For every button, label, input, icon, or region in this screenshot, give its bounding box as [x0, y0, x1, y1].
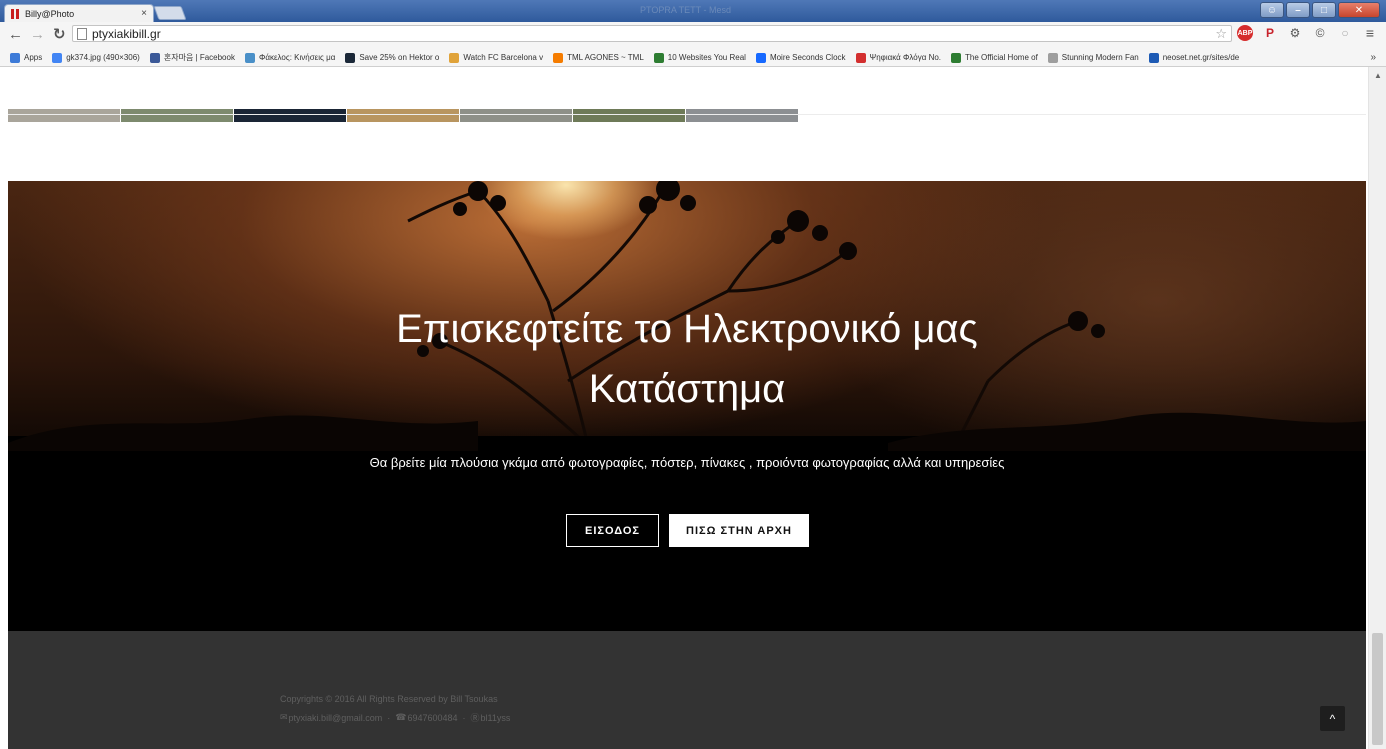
hero-subtitle: Θα βρείτε μία πλούσια γκάμα από φωτογραφ…	[369, 455, 1005, 470]
bookmark-favicon-icon	[149, 52, 160, 63]
bookmarks-bar: Apps gk374.jpg (490×306) 혼자마음 | Facebook Φά…	[0, 49, 1386, 67]
bookmark-label: 10 Websites You Real	[667, 53, 746, 62]
bookmark-item[interactable]: Moire Seconds Clock	[755, 52, 846, 63]
bookmark-favicon-icon	[553, 52, 564, 63]
tab-title: Billy@Photo	[25, 8, 75, 19]
contact-phone[interactable]: 6947600484	[407, 713, 457, 723]
bookmark-favicon-icon	[1047, 52, 1058, 63]
window-title: PTOPRA TETT - Mesd	[640, 5, 732, 15]
bookmark-favicon-icon	[755, 52, 766, 63]
bookmark-label: TML AGONES ~ TML	[567, 53, 644, 62]
menu-icon[interactable]: ≡	[1362, 25, 1378, 41]
bookmark-favicon-icon	[855, 52, 866, 63]
bookmark-item[interactable]: gk374.jpg (490×306)	[52, 52, 140, 63]
bookmark-favicon-icon	[1148, 52, 1159, 63]
separator: ·	[387, 712, 391, 723]
bookmark-favicon-icon	[345, 52, 356, 63]
site-footer: Copyrights © 2016 All Rights Reserved by…	[8, 631, 1366, 749]
bookmark-label: Watch FC Barcelona v	[463, 53, 544, 62]
address-bar[interactable]: ptyxiakibill.gr ☆	[72, 25, 1232, 42]
section-divider	[8, 114, 1366, 115]
skype-icon: Ⓡ	[470, 713, 480, 723]
tab-favicon-icon	[11, 8, 19, 19]
bookmark-label: neoset.net.gr/sites/de	[1162, 53, 1240, 62]
bookmark-item[interactable]: neoset.net.gr/sites/de	[1148, 52, 1240, 63]
bookmark-favicon-icon	[244, 52, 255, 63]
bookmark-item[interactable]: 혼자마음 | Facebook	[149, 52, 235, 63]
scrollbar-thumb[interactable]	[1372, 633, 1383, 745]
gallery-thumbnail[interactable]	[121, 109, 233, 122]
bookmark-item[interactable]: TML AGONES ~ TML	[553, 52, 644, 63]
pinterest-icon[interactable]: P	[1262, 25, 1278, 41]
forward-arrow-icon[interactable]: →	[30, 26, 45, 44]
bookmark-label: Apps	[24, 53, 43, 62]
bookmark-label: Stunning Modern Fan	[1061, 53, 1139, 62]
bookmark-star-icon[interactable]: ☆	[1215, 26, 1227, 42]
adblock-icon[interactable]: ABP	[1237, 25, 1253, 41]
bookmark-item[interactable]: The Official Home of	[951, 52, 1038, 63]
scroll-up-arrow-icon[interactable]: ▲	[1374, 71, 1382, 80]
gallery-thumbnail[interactable]	[8, 109, 120, 122]
url-text: ptyxiakibill.gr	[92, 26, 161, 41]
bookmark-item[interactable]: Watch FC Barcelona v	[449, 52, 544, 63]
hero-title: Επισκεφτείτε το Ηλεκτρονικό μας Κατάστημ…	[8, 299, 1366, 419]
gallery-thumbnail[interactable]	[686, 109, 798, 122]
bookmark-item[interactable]: 10 Websites You Real	[653, 52, 746, 63]
gallery-thumbnail[interactable]	[573, 109, 685, 122]
copyright-text: Copyrights © 2016 All Rights Reserved by…	[280, 694, 498, 704]
minimize-icon[interactable]: –	[1286, 2, 1310, 18]
bookmark-label: Save 25% on Hektor o	[359, 53, 440, 62]
contact-skype[interactable]: bl11yss	[481, 713, 511, 723]
copyright-extension-icon[interactable]: ©	[1312, 25, 1328, 41]
gallery-thumbnail[interactable]	[460, 109, 572, 122]
bookmarks-overflow-icon[interactable]: »	[1370, 52, 1376, 63]
shop-hero-section: Επισκεφτείτε το Ηλεκτρονικό μας Κατάστημ…	[8, 181, 1366, 631]
reload-icon[interactable]: ↻	[53, 26, 66, 44]
enter-shop-button[interactable]: ΕΙΣΟΔΟΣ	[566, 514, 659, 547]
contact-email[interactable]: ptyxiaki.bill@gmail.com	[289, 713, 383, 723]
bookmark-favicon-icon	[52, 52, 63, 63]
envelope-icon: ✉	[280, 712, 288, 722]
bookmark-item[interactable]: Save 25% on Hektor o	[345, 52, 440, 63]
browser-tab[interactable]: Billy@Photo ×	[4, 4, 154, 22]
bookmark-item[interactable]: Ψηφιακά Φλόγα Νο.	[855, 52, 942, 63]
gallery-thumbnail[interactable]	[234, 109, 346, 122]
bookmark-label: The Official Home of	[965, 53, 1038, 62]
photo-gallery-strip	[8, 109, 799, 122]
tab-close-icon[interactable]: ×	[141, 8, 147, 19]
bookmark-favicon-icon	[449, 52, 460, 63]
bookmark-item[interactable]: Stunning Modern Fan	[1047, 52, 1139, 63]
extensions: ABP P ⚙ © ○ ≡	[1237, 25, 1378, 41]
scroll-to-top-button[interactable]: ^	[1320, 706, 1345, 731]
page-scrollbar[interactable]: ▲	[1368, 67, 1386, 749]
extension-icon[interactable]: ⚙	[1287, 25, 1303, 41]
bookmark-label: Φάκελος: Κινήσεις μα	[258, 53, 336, 62]
bookmark-label: Moire Seconds Clock	[769, 53, 846, 62]
profile-icon[interactable]: ☺	[1260, 2, 1284, 18]
page-icon	[77, 27, 87, 40]
contact-info: ✉ ptyxiaki.bill@gmail.com · ☎ 6947600484…	[280, 711, 510, 724]
new-tab-button[interactable]	[153, 6, 187, 20]
phone-icon: ☎	[395, 712, 407, 722]
hero-title-line2: Κατάστημα	[588, 367, 786, 411]
bookmark-item[interactable]: Φάκελος: Κινήσεις μα	[244, 52, 336, 63]
bookmark-item[interactable]: Apps	[10, 52, 43, 63]
back-to-top-link-button[interactable]: ΠΙΣΩ ΣΤΗΝ ΑΡΧΗ	[669, 514, 809, 547]
bookmark-favicon-icon	[653, 52, 664, 63]
bookmark-favicon-icon	[951, 52, 962, 63]
extension-circle-icon[interactable]: ○	[1337, 25, 1353, 41]
browser-titlebar: Billy@Photo × PTOPRA TETT - Mesd ☺ – □ ✕	[0, 0, 1386, 22]
gallery-thumbnail[interactable]	[347, 109, 459, 122]
browser-toolbar: ← → ↻ ptyxiakibill.gr ☆ ABP P ⚙ © ○ ≡	[0, 22, 1386, 50]
bookmark-label: 혼자마음 | Facebook	[163, 53, 235, 62]
hero-title-line1: Επισκεφτείτε το Ηλεκτρονικό μας	[396, 307, 978, 351]
apps-grid-icon	[10, 52, 20, 63]
close-window-icon[interactable]: ✕	[1338, 2, 1380, 18]
bookmark-label: Ψηφιακά Φλόγα Νο.	[869, 53, 942, 62]
bookmark-label: gk374.jpg (490×306)	[66, 53, 140, 62]
separator: ·	[462, 712, 466, 723]
window-controls: ☺ – □ ✕	[1260, 2, 1380, 18]
back-arrow-icon[interactable]: ←	[8, 26, 23, 44]
maximize-icon[interactable]: □	[1312, 2, 1336, 18]
